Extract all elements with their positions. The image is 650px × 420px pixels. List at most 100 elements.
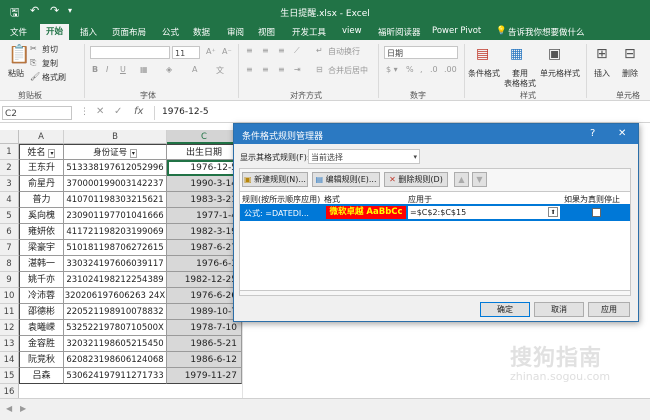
name-cell[interactable]: 王东升 bbox=[19, 160, 64, 176]
conditional-format-button[interactable]: 条件格式 bbox=[468, 68, 500, 79]
id-cell[interactable]: 220521198910078832 bbox=[64, 304, 167, 320]
row-header[interactable]: 2 bbox=[0, 160, 19, 176]
grow-font-icon[interactable]: A⁺ bbox=[206, 47, 216, 56]
birthdate-cell[interactable]: 1978-7-10 bbox=[167, 320, 242, 336]
tab-page-layout[interactable]: 页面布局 bbox=[112, 26, 146, 38]
cell-styles-button[interactable]: 单元格样式 bbox=[540, 68, 580, 79]
filter-dropdown-icon[interactable]: ▾ bbox=[129, 149, 137, 158]
format-painter-button[interactable]: 格式刷 bbox=[42, 72, 66, 83]
id-cell[interactable]: 53252219780710500X bbox=[64, 320, 167, 336]
move-up-button[interactable]: ▲ bbox=[454, 172, 469, 187]
align-center-icon[interactable]: ≡ bbox=[262, 65, 269, 74]
id-cell[interactable]: 231024198212254389 bbox=[64, 272, 167, 288]
name-cell[interactable]: 金容胜 bbox=[19, 336, 64, 352]
name-cell[interactable]: 邵德彬 bbox=[19, 304, 64, 320]
indent-icon[interactable]: ⇥ bbox=[294, 65, 301, 74]
tab-foxit-reader[interactable]: 福昕阅读器 bbox=[378, 26, 421, 38]
id-cell[interactable]: 620823198606124068 bbox=[64, 352, 167, 368]
name-cell[interactable]: 奚向槐 bbox=[19, 208, 64, 224]
phonetic-icon[interactable]: 文 bbox=[216, 65, 224, 76]
scroll-right-icon[interactable]: ▶ bbox=[20, 404, 26, 413]
id-cell[interactable]: 410701198303215621 bbox=[64, 192, 167, 208]
merge-center-button[interactable]: 合并后居中 bbox=[328, 65, 368, 76]
italic-button[interactable]: I bbox=[106, 65, 108, 74]
birthdate-cell[interactable]: 1976-6-3 bbox=[167, 256, 242, 272]
birthdate-cell[interactable]: 1987-6-27 bbox=[167, 240, 242, 256]
row-header[interactable]: 13 bbox=[0, 336, 19, 352]
decrease-decimal-icon[interactable]: .00 bbox=[444, 65, 457, 74]
id-cell[interactable]: 320206197606263 24X bbox=[64, 288, 167, 304]
edit-rule-button[interactable]: ▤ 编辑规则(E)... bbox=[312, 172, 380, 187]
name-cell[interactable]: 湛韩一 bbox=[19, 256, 64, 272]
align-top-icon[interactable]: ≡ bbox=[246, 46, 253, 55]
collapse-range-icon[interactable]: ⬆ bbox=[548, 207, 558, 217]
name-cell[interactable]: 阮竞秋 bbox=[19, 352, 64, 368]
new-rule-button[interactable]: ▣ 新建规则(N)... bbox=[242, 172, 308, 187]
align-bottom-icon[interactable]: ≡ bbox=[278, 46, 285, 55]
align-left-icon[interactable]: ≡ bbox=[246, 65, 253, 74]
tab-view[interactable]: 视图 bbox=[258, 26, 275, 38]
id-cell[interactable]: 411721198203199069 bbox=[64, 224, 167, 240]
row-header[interactable]: 10 bbox=[0, 288, 19, 304]
birthdate-cell[interactable]: 1989-10-7 bbox=[167, 304, 242, 320]
filter-dropdown-icon[interactable]: ▾ bbox=[48, 149, 56, 158]
borders-icon[interactable]: ▦ bbox=[140, 65, 148, 74]
column-header-c[interactable]: C bbox=[167, 130, 242, 144]
header-birth-cell[interactable]: 出生日期 bbox=[167, 144, 242, 160]
birthdate-cell[interactable]: 1982-3-19 bbox=[167, 224, 242, 240]
name-cell[interactable]: 冷沛蓉 bbox=[19, 288, 64, 304]
tab-developer[interactable]: 开发工具 bbox=[292, 26, 326, 38]
align-right-icon[interactable]: ≡ bbox=[278, 65, 285, 74]
name-box[interactable]: C2 bbox=[2, 106, 72, 120]
percent-icon[interactable]: % bbox=[406, 65, 414, 74]
id-cell[interactable]: 530624197911271733 bbox=[64, 368, 167, 384]
id-cell[interactable]: 330324197606039117 bbox=[64, 256, 167, 272]
name-cell[interactable]: 袁曦嵘 bbox=[19, 320, 64, 336]
column-header-a[interactable]: A bbox=[19, 130, 64, 144]
cancel-entry-icon[interactable]: ✕ bbox=[96, 106, 104, 117]
row-header[interactable]: 11 bbox=[0, 304, 19, 320]
tab-home[interactable]: 开始 bbox=[40, 24, 70, 40]
name-cell[interactable]: 雍妍依 bbox=[19, 224, 64, 240]
applies-to-input[interactable]: =$C$2:$C$15 bbox=[408, 206, 560, 219]
help-button[interactable]: ? bbox=[590, 128, 595, 139]
tab-formulas[interactable]: 公式 bbox=[162, 26, 179, 38]
rule-row[interactable]: 公式: =DATEDI... 微软卓越 AaBbCc =$C$2:$C$15 ⬆ bbox=[240, 204, 630, 221]
lightbulb-icon[interactable]: 💡 bbox=[496, 26, 507, 36]
birthdate-cell[interactable]: 1986-6-12 bbox=[167, 352, 242, 368]
id-cell[interactable]: 513338197612052996 bbox=[64, 160, 167, 176]
insert-function-icon[interactable]: fx bbox=[134, 106, 143, 117]
tab-data[interactable]: 数据 bbox=[193, 26, 210, 38]
id-cell[interactable]: 370000199003142237 bbox=[64, 176, 167, 192]
row-header[interactable]: 14 bbox=[0, 352, 19, 368]
font-size-combo[interactable]: 11 bbox=[172, 46, 200, 59]
active-birthdate-cell[interactable]: 1976-12-5 bbox=[167, 160, 242, 176]
increase-decimal-icon[interactable]: .0 bbox=[430, 65, 438, 74]
align-middle-icon[interactable]: ≡ bbox=[262, 46, 269, 55]
paste-icon[interactable]: 📋 bbox=[8, 44, 30, 65]
birthdate-cell[interactable]: 1983-3-21 bbox=[167, 192, 242, 208]
birthdate-cell[interactable]: 1982-12-25 bbox=[167, 272, 242, 288]
stop-if-true-checkbox[interactable] bbox=[592, 208, 601, 217]
id-cell[interactable]: 230901197701041666 bbox=[64, 208, 167, 224]
currency-icon[interactable]: $ ▾ bbox=[386, 65, 398, 74]
number-format-combo[interactable]: 日期 bbox=[384, 46, 458, 59]
tab-power-pivot[interactable]: Power Pivot bbox=[432, 26, 481, 36]
move-down-button[interactable]: ▼ bbox=[472, 172, 487, 187]
name-cell[interactable]: 俞星丹 bbox=[19, 176, 64, 192]
delete-cells-button[interactable]: 删除 bbox=[622, 68, 638, 79]
enter-entry-icon[interactable]: ✓ bbox=[114, 106, 122, 117]
header-name-cell[interactable]: 姓名 ▾ bbox=[19, 144, 64, 160]
comma-icon[interactable]: , bbox=[420, 65, 423, 74]
copy-button[interactable]: 复制 bbox=[42, 58, 58, 69]
delete-rule-button[interactable]: ✕ 删除规则(D) bbox=[384, 172, 448, 187]
paste-button[interactable]: 粘贴 bbox=[8, 68, 24, 79]
tell-me-search[interactable]: 告诉我你想要做什么 bbox=[508, 26, 585, 38]
wrap-text-button[interactable]: 自动换行 bbox=[328, 46, 360, 57]
row-header[interactable]: 4 bbox=[0, 192, 19, 208]
bold-button[interactable]: B bbox=[92, 65, 98, 74]
font-name-combo[interactable] bbox=[90, 46, 170, 59]
row-header[interactable]: 12 bbox=[0, 320, 19, 336]
formula-input[interactable]: 1976-12-5 bbox=[162, 107, 209, 117]
ok-button[interactable]: 确定 bbox=[480, 302, 530, 317]
